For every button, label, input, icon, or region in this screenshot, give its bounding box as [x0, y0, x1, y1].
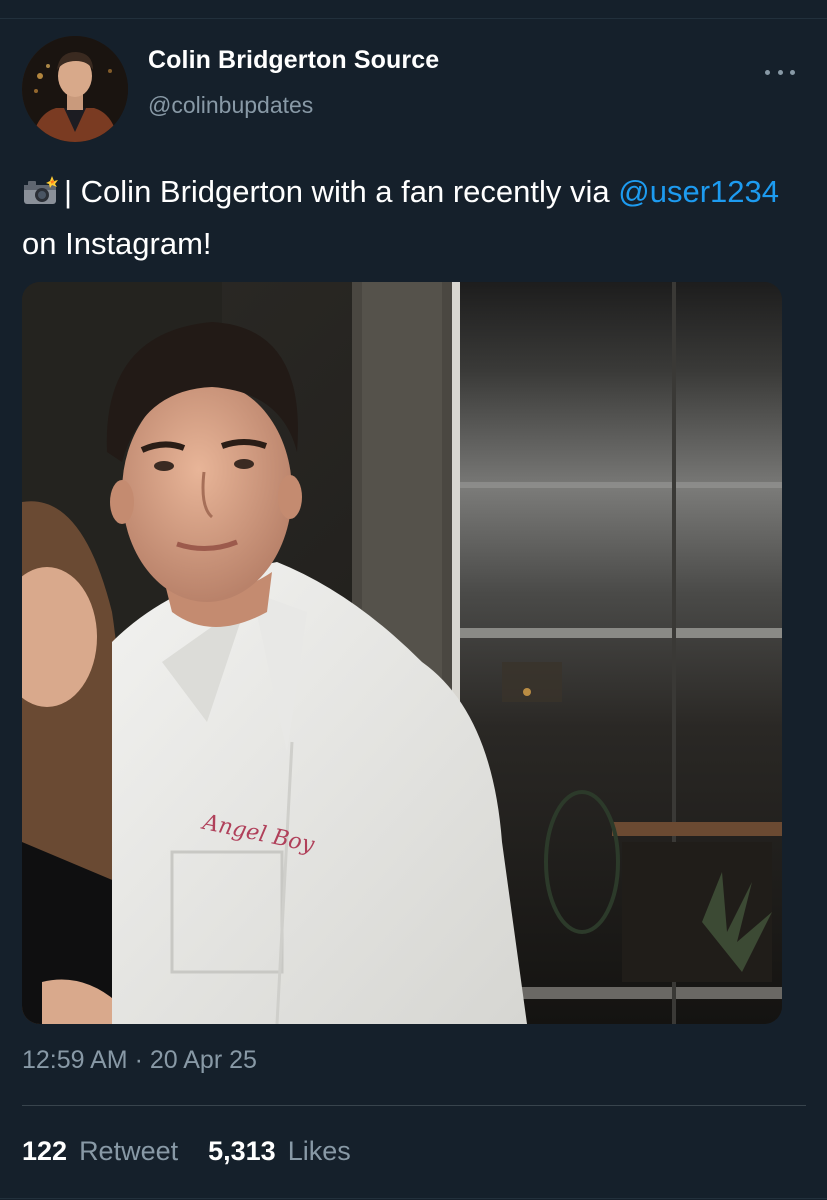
retweets-stat[interactable]: 122 Retweet [22, 1136, 178, 1167]
top-divider [0, 18, 827, 19]
likes-stat[interactable]: 5,313 Likes [208, 1136, 351, 1167]
tweet-time: 12:59 AM [22, 1046, 128, 1074]
camera-with-flash-icon [22, 172, 58, 220]
author-handle[interactable]: @colinbupdates [148, 92, 313, 119]
retweets-label: Retweet [79, 1136, 179, 1166]
timestamp-separator: · [134, 1046, 143, 1074]
more-options-icon[interactable] [765, 66, 795, 78]
tweet-body-suffix: on Instagram! [22, 226, 212, 261]
bottom-divider [0, 1198, 827, 1199]
avatar[interactable] [22, 36, 128, 142]
engagement-stats: 122 Retweet 5,313 Likes [22, 1136, 351, 1167]
tweet-timestamp[interactable]: 12:59 AM · 20 Apr 25 [22, 1046, 257, 1075]
tweet-text: | Colin Bridgerton with a fan recently v… [22, 168, 792, 268]
tweet-body-text: | Colin Bridgerton with a fan recently v… [64, 174, 610, 209]
likes-label: Likes [287, 1136, 351, 1166]
tweet-date: 20 Apr 25 [149, 1046, 257, 1074]
retweets-count: 122 [22, 1136, 68, 1166]
stats-divider [22, 1105, 806, 1106]
tweet-header: Colin Bridgerton Source @colinbupdates [22, 36, 807, 146]
tweet-photo[interactable]: Angel Boy [22, 282, 782, 1024]
author-name[interactable]: Colin Bridgerton Source [148, 46, 439, 75]
mention-link[interactable]: @user1234 [618, 174, 779, 209]
likes-count: 5,313 [208, 1136, 276, 1166]
